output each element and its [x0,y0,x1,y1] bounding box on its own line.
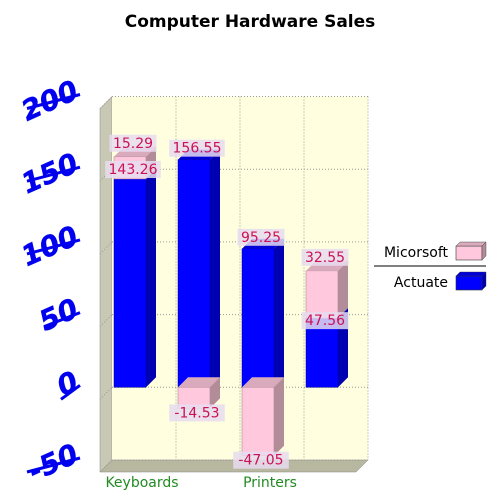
bar-actuate-face [177,159,211,388]
y-tick-label: -50 [24,437,84,488]
x-tick-label: Keyboards [105,475,178,491]
data-label-actuate-text: 95.25 [241,230,281,246]
left-wall [99,95,113,473]
bar-chart: Computer Hardware Sales -50050100150200 … [16,12,487,491]
bar-actuate [113,168,156,388]
y-tick-label: 150 [16,146,83,200]
y-tick-label-group: -50 [23,437,84,488]
data-label-actuate: 47.56 [301,312,349,330]
y-tick-label: 200 [16,74,83,128]
data-label-micorsoft-text: 15.29 [113,136,153,152]
chart-title: Computer Hardware Sales [125,12,376,32]
y-axis-ticks: -50 0 50 100 150 200 [16,74,84,489]
bar-actuate-side [274,238,284,388]
data-label-micorsoft: -14.53 [169,404,225,422]
y-tick-label: 100 [16,219,83,273]
data-label-actuate: 95.25 [237,228,285,246]
legend: Micorsoft Actuate [374,241,487,291]
y-tick-label-group: 50 [34,292,83,338]
bar-micorsoft [241,377,284,456]
bar-micorsoft [305,260,348,319]
bar-micorsoft-side [338,260,348,319]
bar-actuate-side [210,149,220,388]
data-label-actuate: 143.26 [105,160,161,178]
legend-swatch [455,245,483,261]
bar-micorsoft-side [274,377,284,456]
legend-swatch [455,275,483,291]
data-label-actuate-text: 47.56 [305,313,345,329]
data-label-actuate: 156.55 [169,139,225,157]
data-label-micorsoft: 32.55 [301,248,349,266]
data-label-micorsoft: -47.05 [233,451,289,469]
bar-micorsoft [177,377,220,409]
bar-micorsoft-face [241,387,275,456]
data-label-actuate-text: 143.26 [109,162,158,178]
bar-actuate [177,149,220,388]
data-label-actuate-text: 156.55 [173,141,222,157]
y-tick-label: 0 [52,365,83,403]
data-label-micorsoft-text: -14.53 [174,405,219,421]
data-label-micorsoft-text: 32.55 [305,250,345,266]
data-label-micorsoft-text: -47.05 [238,453,283,469]
bar-actuate-face [241,248,275,388]
y-tick-label-group: 0 [52,364,84,403]
legend-swatch-top [455,241,487,247]
legend-swatch-top [455,271,487,277]
y-tick-label-group: 150 [16,146,83,200]
x-axis-ticks: Keyboards Printers [105,475,296,491]
legend-label: Actuate [394,275,448,291]
bar-actuate [241,238,284,388]
x-tick-label: Printers [243,475,297,491]
bar-micorsoft-face [305,270,339,319]
data-label-micorsoft: 15.29 [109,134,157,152]
y-tick-label-group: 100 [16,219,83,273]
bar-actuate-face [113,178,147,388]
y-tick-label-group: 200 [16,74,83,128]
legend-label: Micorsoft [384,245,449,261]
bar-actuate-side [146,168,156,388]
